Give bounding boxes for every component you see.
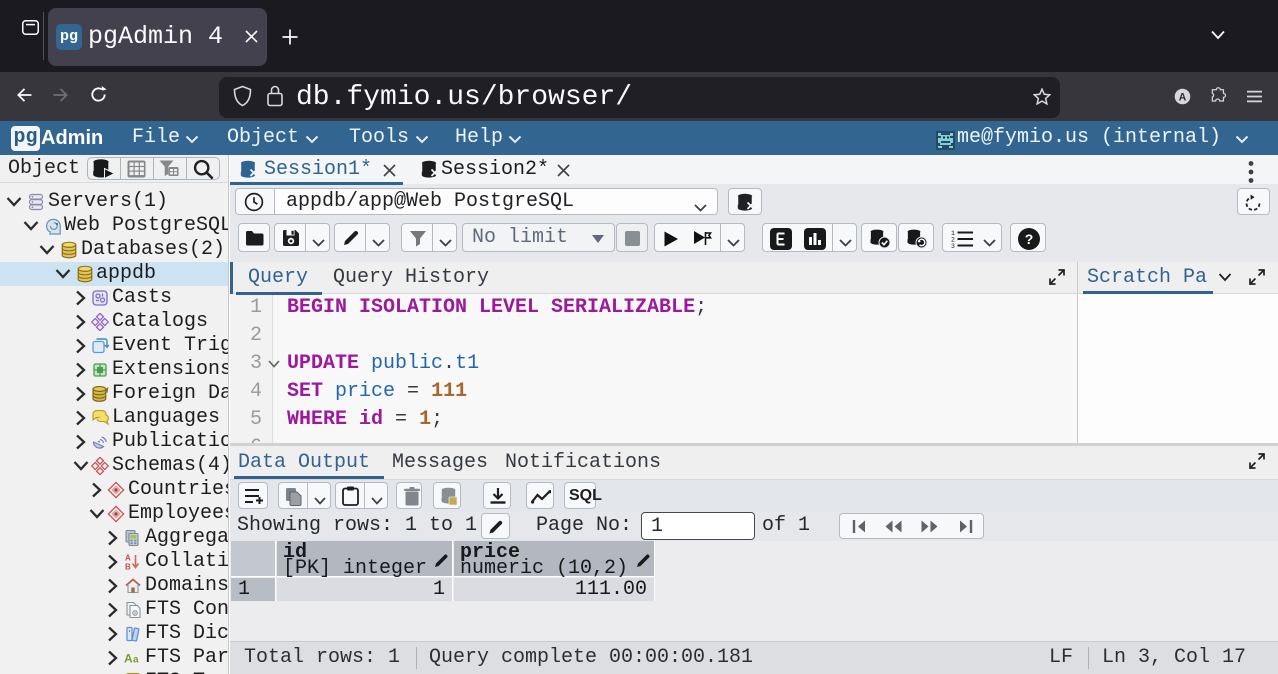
svg-text:B: B [125,563,131,572]
svg-text:A: A [125,554,131,563]
svg-text:A: A [124,652,133,666]
svg-text:3: 3 [951,243,955,248]
svg-text:A: A [1179,91,1187,103]
svg-text:a: a [133,655,139,666]
svg-text:?: ? [1025,231,1034,247]
